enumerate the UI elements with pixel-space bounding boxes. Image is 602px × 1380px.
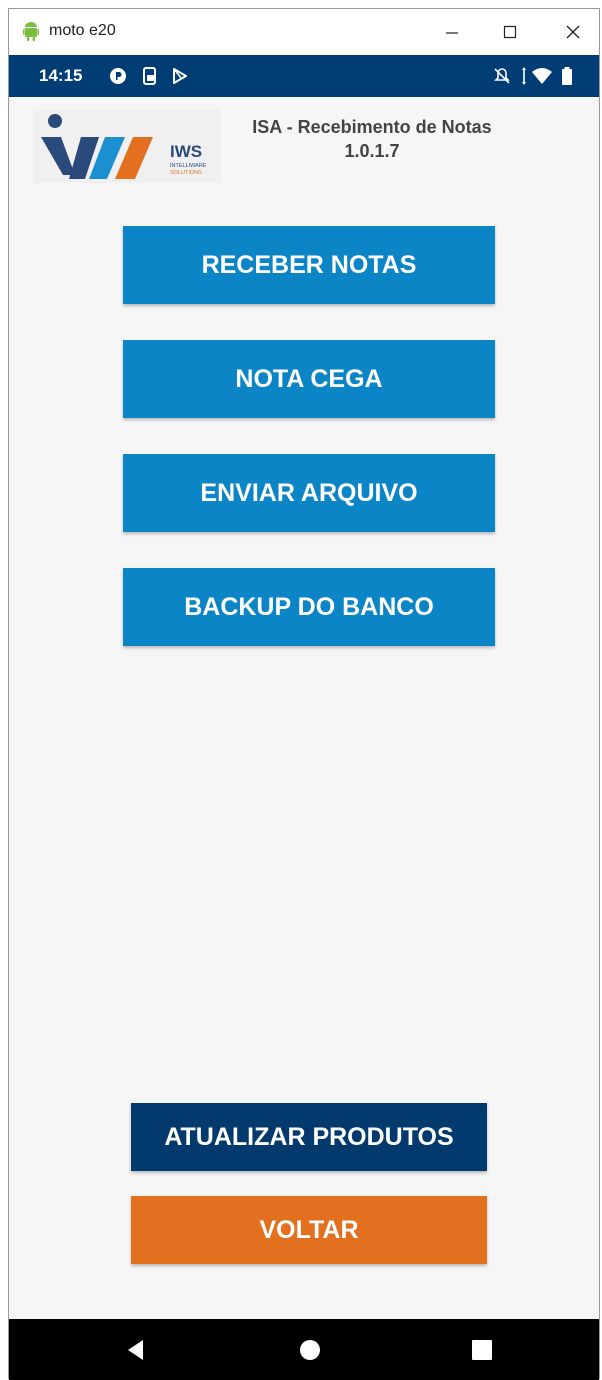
backup-do-banco-button[interactable]: BACKUP DO BANCO [123,568,495,646]
window-title: moto e20 [49,22,116,39]
close-button[interactable] [552,15,594,49]
status-time: 14:15 [39,66,83,85]
enviar-arquivo-button[interactable]: ENVIAR ARQUIVO [123,454,495,532]
close-icon [566,25,580,39]
app-screen: IWS INTELLIWARE SOLUTIONS ISA - Recebime… [9,97,599,1319]
nota-cega-button[interactable]: NOTA CEGA [123,340,495,418]
logo-subtext-2: SOLUTIONS [170,170,202,176]
home-icon[interactable] [297,1337,323,1363]
status-bar: 14:15 [9,55,599,97]
atualizar-produtos-button[interactable]: ATUALIZAR PRODUTOS [131,1103,487,1171]
voltar-button[interactable]: VOLTAR [131,1196,487,1264]
logo-text: IWS [170,142,202,161]
app-version: 1.0.1.7 [344,141,400,161]
navigation-bar [9,1319,599,1380]
minimize-icon [446,32,458,34]
iws-logo: IWS INTELLIWARE SOLUTIONS [33,109,221,183]
recents-icon[interactable] [469,1337,495,1363]
emulator-window: moto e20 14:15 IWS INTELLIWARE SOLUTIONS… [8,8,600,1380]
data-arrows-icon [522,67,526,85]
app-header: ISA - Recebimento de Notas 1.0.1.7 [227,115,517,163]
window-titlebar: moto e20 [9,9,599,55]
app-title: ISA - Recebimento de Notas [252,117,492,137]
mute-icon [494,68,510,84]
minimize-button[interactable] [431,15,473,49]
logo-subtext-1: INTELLIWARE [170,163,207,169]
android-icon [23,22,39,41]
wifi-icon [532,68,552,84]
battery-icon [562,67,572,85]
play-store-icon [173,68,187,84]
maximize-button[interactable] [489,15,531,49]
phone-notification-icon [143,67,156,85]
receber-notas-button[interactable]: RECEBER NOTAS [123,226,495,304]
back-icon[interactable] [123,1337,149,1363]
maximize-icon [503,25,517,39]
app-notification-icon [110,68,126,84]
